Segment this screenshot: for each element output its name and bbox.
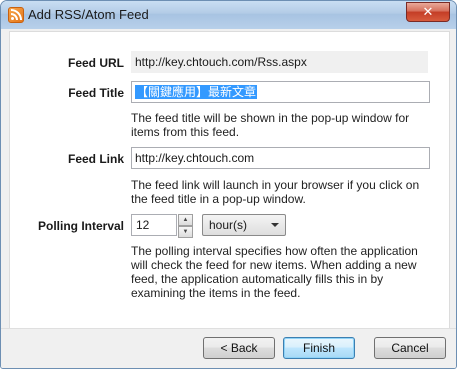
feed-link-input[interactable]: http://key.chtouch.com (131, 147, 430, 169)
chevron-down-icon[interactable] (271, 223, 279, 227)
arrow-down-icon[interactable]: ▼ (178, 226, 193, 238)
polling-unit-value: hour(s) (209, 218, 248, 232)
dialog-window: Add RSS/Atom Feed ✕ Feed URL http://key.… (0, 0, 457, 369)
feed-url-label: Feed URL (67, 56, 124, 70)
feed-title-value[interactable]: 【關鍵應用】最新文章 (135, 85, 258, 99)
close-button[interactable]: ✕ (406, 2, 450, 22)
feed-title-help: The feed title will be shown in the pop-… (131, 111, 410, 139)
rss-icon (8, 7, 24, 23)
polling-interval-stepper[interactable]: ▲ ▼ (178, 214, 193, 238)
arrow-up-icon[interactable]: ▲ (178, 214, 193, 226)
polling-interval-input[interactable]: 12 (131, 214, 177, 236)
polling-unit-select[interactable]: hour(s) (202, 214, 286, 236)
feed-title-input[interactable]: 【關鍵應用】最新文章 (131, 81, 430, 103)
feed-title-label: Feed Title (68, 86, 124, 100)
feed-link-help: The feed link will launch in your browse… (131, 178, 420, 206)
close-icon[interactable]: ✕ (423, 4, 434, 19)
title-bar: Add RSS/Atom Feed ✕ (1, 1, 456, 29)
feed-link-label: Feed Link (67, 152, 124, 166)
back-button[interactable]: < Back (203, 337, 275, 359)
window-title: Add RSS/Atom Feed (28, 7, 149, 22)
cancel-button[interactable]: Cancel (374, 337, 446, 359)
button-bar: < Back Finish Cancel (1, 328, 456, 368)
form-panel: Feed URL http://key.chtouch.com/Rss.aspx… (9, 31, 450, 329)
polling-interval-label: Polling Interval (37, 219, 124, 233)
finish-button[interactable]: Finish (283, 337, 355, 359)
feed-url-value: http://key.chtouch.com/Rss.aspx (131, 51, 428, 73)
polling-interval-help: The polling interval specifies how often… (131, 244, 418, 300)
